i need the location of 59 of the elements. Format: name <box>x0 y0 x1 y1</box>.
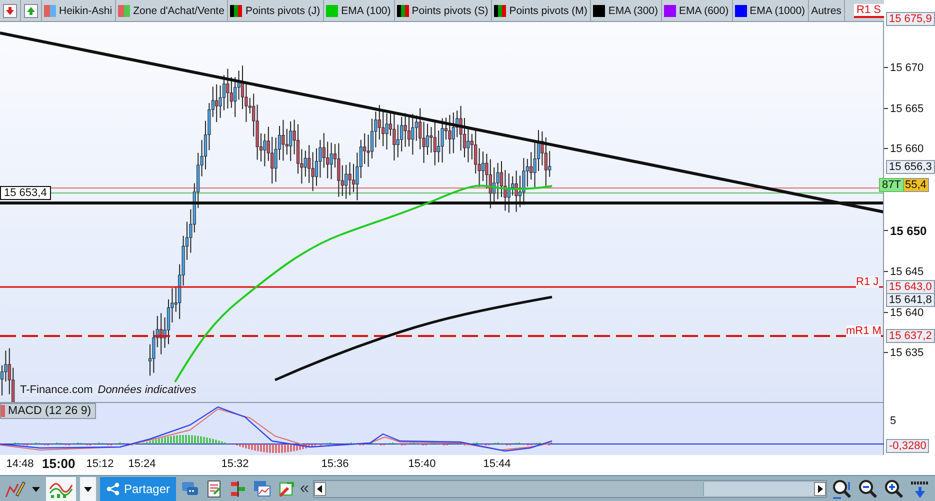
time-label: 15:44 <box>482 458 512 470</box>
indicator-tab[interactable]: Points pivots (M) <box>492 0 592 21</box>
axis-label: 15 650 <box>890 225 927 237</box>
pivot-value: 15 675,9 <box>886 12 935 26</box>
legend-icon <box>494 4 506 16</box>
legend-icon <box>230 4 242 16</box>
volume-value: 87T <box>879 178 904 192</box>
axis-label: 5 <box>890 415 896 427</box>
last-price-value: 55,4 <box>902 178 930 192</box>
up-arrow-icon[interactable] <box>24 4 38 18</box>
indicator-tab[interactable]: EMA (1000) <box>732 0 810 21</box>
zoom-fit-icon[interactable] <box>831 478 853 500</box>
axis-label: 15 645 <box>890 266 924 278</box>
time-label: 15:00 <box>42 456 74 471</box>
price-label: 15 653,4 <box>0 186 51 200</box>
collapse-button[interactable]: « <box>300 480 309 498</box>
time-label: 15:32 <box>220 458 250 470</box>
axis-label: 15 670 <box>890 62 924 74</box>
time-label: 15:24 <box>127 458 157 470</box>
axis-label: 15 660 <box>890 143 924 155</box>
zoom-in-icon[interactable] <box>883 478 905 500</box>
pivot-label: R1 J <box>856 276 879 288</box>
share-icon <box>106 482 120 496</box>
scrollbar[interactable] <box>312 480 827 498</box>
macd-icon <box>1 405 5 417</box>
scrollbar-thumb[interactable] <box>703 482 814 496</box>
indicator-label: MACD (12 26 9) <box>8 405 92 417</box>
axis-label: 15 635 <box>890 347 924 359</box>
indicator-tab[interactable]: Points pivots (J) <box>228 0 324 21</box>
legend-icon <box>118 4 130 16</box>
windows-icon[interactable] <box>252 478 272 498</box>
indicator-tab[interactable]: Heikin-Ashi <box>42 0 116 21</box>
axis-label: 15 665 <box>890 103 924 115</box>
zoom-out-icon[interactable] <box>857 478 879 500</box>
time-label: 15:36 <box>320 458 350 470</box>
pivot-label: mR1 M <box>846 325 882 337</box>
indicator-tab[interactable]: EMA (300) <box>591 0 662 21</box>
notice-text: Données indicatives <box>98 384 196 396</box>
legend-icon <box>396 4 409 16</box>
price-value: 15 641,8 <box>886 293 935 307</box>
macd-value: -0,3280 <box>886 439 930 453</box>
down-arrow-icon[interactable] <box>3 4 17 18</box>
time-label: 15:40 <box>407 458 437 470</box>
price-value: 15 656,3 <box>886 160 935 174</box>
indicator-tab[interactable]: EMA (100) <box>324 0 395 21</box>
time-label: 14:48 <box>5 458 35 470</box>
indicator-tab[interactable]: Zone d'Achat/Vente <box>116 0 228 21</box>
axis-label: 15 640 <box>890 307 924 319</box>
indicator-tab[interactable]: EMA (600) <box>662 0 733 21</box>
pencil-icon[interactable] <box>4 478 26 498</box>
pivot-label: R1 S <box>854 4 884 18</box>
pivot-value: 15 643,0 <box>886 280 935 294</box>
share-button[interactable]: Partager <box>100 476 176 500</box>
time-label: 15:12 <box>85 458 115 470</box>
indicator-tab[interactable]: Autres <box>809 0 846 21</box>
legend-icon <box>44 4 56 16</box>
pivot-value: 15 637,2 <box>886 329 935 343</box>
indicator-tab[interactable]: Points pivots (S) <box>394 0 492 21</box>
attribution-text: T-Finance.com <box>20 384 93 396</box>
